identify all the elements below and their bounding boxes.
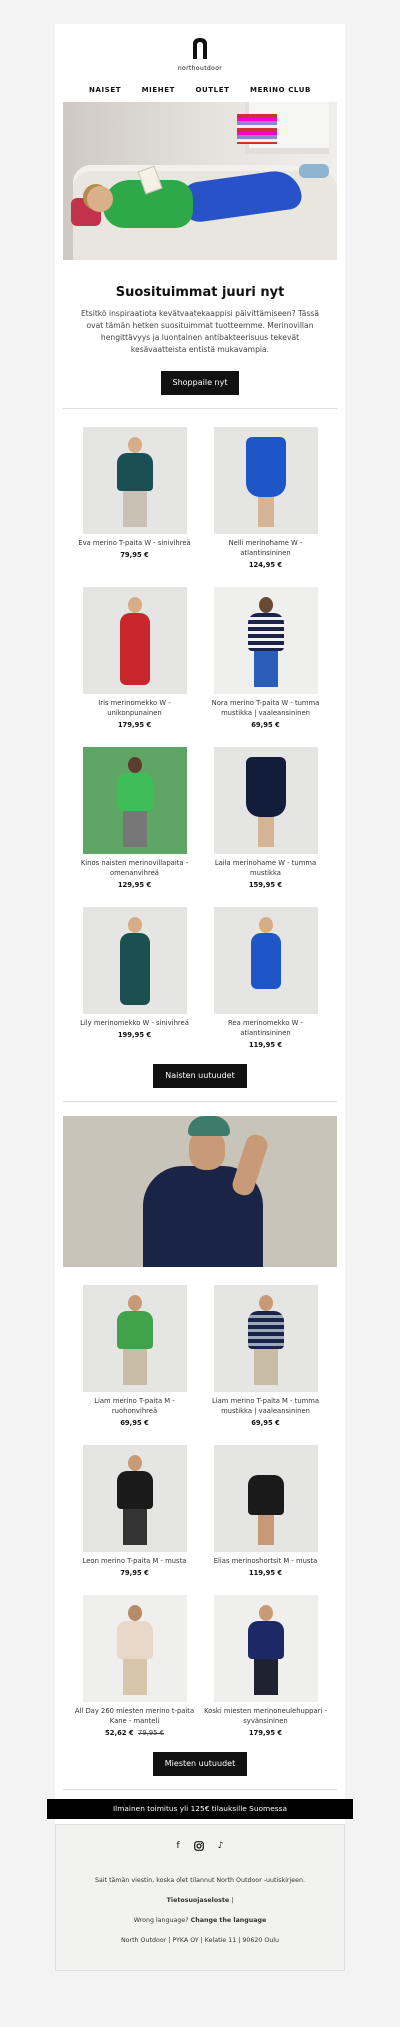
product-price: 69,95 €	[120, 1419, 149, 1427]
product-name[interactable]: Liam merino T-paita M - tumma mustikka |…	[200, 1396, 331, 1416]
product-card[interactable]: Koski miesten merinoneulehuppari - syvän…	[200, 1595, 331, 1737]
men-product-grid: Liam merino T-paita M - ruohonvihreä 69,…	[55, 1267, 345, 1737]
product-price: 69,95 €	[251, 1419, 280, 1427]
footer: f ♪ Sait tämän viestin, koska olet tilan…	[55, 1824, 345, 1971]
product-card[interactable]: Nora merino T-paita W - tumma mustikka |…	[200, 587, 331, 729]
product-image[interactable]	[213, 1445, 318, 1552]
nav-merino-club[interactable]: MERINO CLUB	[250, 86, 311, 94]
product-card[interactable]: Eva merino T-paita W - sinivihreä 79,95 …	[69, 427, 200, 569]
product-image[interactable]	[82, 907, 187, 1014]
product-card[interactable]: Rea merinomekko W - atlantinsininen 119,…	[200, 907, 331, 1049]
product-price: 179,95 €	[248, 1729, 283, 1737]
product-name[interactable]: Eva merino T-paita W - sinivihreä	[69, 538, 200, 548]
brand-header: northoutdoor	[55, 24, 345, 74]
product-card[interactable]: Lily merinomekko W - sinivihreä 199,95 €	[69, 907, 200, 1049]
product-name[interactable]: Laila merinohame W - tumma mustikka	[200, 858, 331, 878]
product-name[interactable]: Liam merino T-paita M - ruohonvihreä	[69, 1396, 200, 1416]
product-name[interactable]: Lily merinomekko W - sinivihreä	[69, 1018, 200, 1028]
women-new-arrivals-button[interactable]: Naisten uutuudet	[153, 1064, 247, 1088]
product-name[interactable]: Nelli merinohame W - atlantinsininen	[200, 538, 331, 558]
product-price: 119,95 €	[248, 1569, 283, 1577]
divider	[63, 1101, 337, 1102]
language-row: Wrong language? Change the language	[64, 1916, 336, 1925]
company-address: North Outdoor | PYKA OY | Kelatie 11 | 9…	[120, 1937, 280, 1944]
shop-now-button[interactable]: Shoppaile nyt	[160, 371, 240, 395]
product-price: 124,95 €	[248, 561, 283, 569]
product-price: 159,95 €	[248, 881, 283, 889]
men-hero-image[interactable]	[63, 1116, 337, 1267]
product-card[interactable]: Liam merino T-paita M - ruohonvihreä 69,…	[69, 1285, 200, 1427]
product-image[interactable]	[213, 1285, 318, 1392]
product-name[interactable]: Elias merinoshortsit M - musta	[200, 1556, 331, 1566]
brand-name: northoutdoor	[177, 65, 223, 72]
product-price: 129,95 €	[117, 881, 152, 889]
product-name[interactable]: Koski miesten merinoneulehuppari - syvän…	[200, 1706, 331, 1726]
sale-price: 52,62 €	[105, 1729, 134, 1737]
product-name[interactable]: Rea merinomekko W - atlantinsininen	[200, 1018, 331, 1038]
product-card[interactable]: Liam merino T-paita M - tumma mustikka |…	[200, 1285, 331, 1427]
divider	[63, 1789, 337, 1790]
privacy-row: Tietosuojaseloste |	[64, 1896, 336, 1905]
nav-men[interactable]: MIEHET	[142, 86, 175, 94]
product-image[interactable]	[82, 427, 187, 534]
product-name[interactable]: Leon merino T-paita M - musta	[69, 1556, 200, 1566]
hero-image[interactable]	[63, 102, 337, 260]
separator: |	[231, 1897, 234, 1904]
main-nav: NAISET MIEHET OUTLET MERINO CLUB	[55, 74, 345, 102]
facebook-icon[interactable]: f	[177, 1841, 180, 1854]
product-card[interactable]: Iris merinomekko W - unikonpunainen 179,…	[69, 587, 200, 729]
product-card[interactable]: All Day 260 miesten merino t-paita Kane …	[69, 1595, 200, 1737]
change-language-link[interactable]: Change the language	[191, 1917, 267, 1924]
product-card[interactable]: Leon merino T-paita M - musta 79,95 €	[69, 1445, 200, 1577]
product-price: 79,95 €	[120, 1569, 149, 1577]
product-price: 52,62 € 79,95 €	[69, 1729, 200, 1737]
product-name[interactable]: Kinos naisten merinovillapaita - omenanv…	[69, 858, 200, 878]
product-image[interactable]	[213, 907, 318, 1014]
shipping-banner: Ilmainen toimitus yli 125€ tilauksille S…	[47, 1799, 353, 1819]
nav-outlet[interactable]: OUTLET	[195, 86, 229, 94]
product-name[interactable]: Nora merino T-paita W - tumma mustikka |…	[200, 698, 331, 718]
product-price: 199,95 €	[117, 1031, 152, 1039]
product-price: 179,95 €	[117, 721, 152, 729]
wrong-language-text: Wrong language?	[133, 1917, 189, 1924]
product-card[interactable]: Nelli merinohame W - atlantinsininen 124…	[200, 427, 331, 569]
nav-women[interactable]: NAISET	[89, 86, 121, 94]
product-card[interactable]: Kinos naisten merinovillapaita - omenanv…	[69, 747, 200, 889]
product-card[interactable]: Laila merinohame W - tumma mustikka 159,…	[200, 747, 331, 889]
product-image[interactable]	[82, 1285, 187, 1392]
product-image[interactable]	[213, 747, 318, 854]
product-name[interactable]: Iris merinomekko W - unikonpunainen	[69, 698, 200, 718]
product-price: 119,95 €	[248, 1041, 283, 1049]
north-outdoor-logo[interactable]	[190, 36, 210, 60]
instagram-icon[interactable]	[193, 1841, 204, 1854]
email-container: northoutdoor NAISET MIEHET OUTLET MERINO…	[47, 24, 353, 1971]
product-image[interactable]	[213, 427, 318, 534]
social-links: f ♪	[64, 1841, 336, 1854]
product-image[interactable]	[213, 1595, 318, 1702]
product-card[interactable]: Elias merinoshortsit M - musta 119,95 €	[200, 1445, 331, 1577]
privacy-link[interactable]: Tietosuojaseloste	[167, 1897, 230, 1904]
product-image[interactable]	[82, 1595, 187, 1702]
product-image[interactable]	[82, 1445, 187, 1552]
product-image[interactable]	[82, 587, 187, 694]
men-new-arrivals-button[interactable]: Miesten uutuudet	[152, 1752, 248, 1776]
section-title: Suosituimmat juuri nyt	[115, 285, 285, 300]
subscription-note: Sait tämän viestin, koska olet tilannut …	[95, 1877, 305, 1884]
tiktok-icon[interactable]: ♪	[218, 1841, 224, 1854]
original-price: 79,95 €	[138, 1729, 164, 1737]
product-image[interactable]	[213, 587, 318, 694]
product-price: 69,95 €	[251, 721, 280, 729]
product-price: 79,95 €	[120, 551, 149, 559]
section-intro: Etsitkö inspiraatiota kevätvaatekaappisi…	[80, 309, 320, 354]
women-product-grid: Eva merino T-paita W - sinivihreä 79,95 …	[55, 409, 345, 1049]
product-image[interactable]	[82, 747, 187, 854]
product-name[interactable]: All Day 260 miesten merino t-paita Kane …	[69, 1706, 200, 1726]
